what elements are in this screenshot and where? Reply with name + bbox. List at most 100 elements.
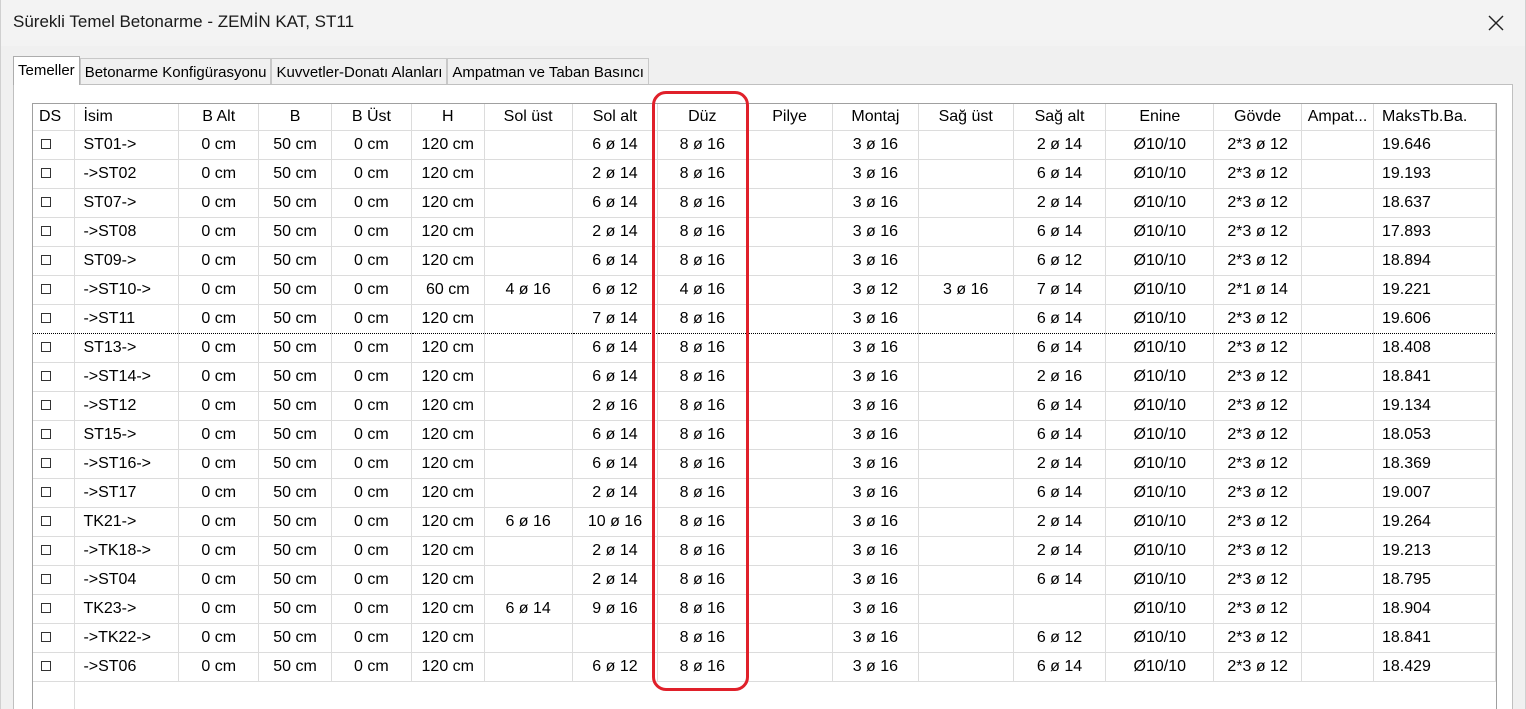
cell-h: 120 cm [411,303,485,334]
cell-ds[interactable] [33,303,76,334]
checkbox-icon[interactable] [41,573,51,584]
table-row[interactable]: ->ST10-> 0 cm 50 cm 0 cm 60 cm 4 ø 16 6 ø 12 4 … [33,275,1496,305]
table-row[interactable]: ->ST12 0 cm 50 cm 0 cm 120 cm 2 ø 16 8 ø 16 3 ø… [33,391,1496,421]
cell-b-ust: 0 cm [331,565,412,595]
table-row[interactable]: TK23-> 0 cm 50 cm 0 cm 120 cm 6 ø 14 9 ø 16 8 ø… [33,594,1496,624]
cell-sag-alt: 6 ø 14 [1013,565,1107,595]
checkbox-icon[interactable] [41,660,51,671]
cell-ds[interactable] [33,420,76,450]
checkbox-icon[interactable] [41,486,51,497]
col-header-b[interactable]: B [258,104,332,131]
cell-sol-ust [484,217,573,247]
cell-ds[interactable] [33,275,76,305]
table-row[interactable]: ->ST14-> 0 cm 50 cm 0 cm 120 cm 6 ø 14 8 ø 16 3… [33,362,1496,392]
checkbox-icon[interactable] [41,167,51,178]
tab-temeller[interactable]: Temeller [13,56,80,85]
checkbox-icon[interactable] [41,399,51,410]
table-row[interactable]: ST01-> 0 cm 50 cm 0 cm 120 cm 6 ø 14 8 ø 16 3 ø… [33,130,1496,160]
col-header-isim[interactable]: İsim [74,104,180,131]
cell-ds[interactable] [33,188,76,218]
tab-betonarme-konfigurasyonu[interactable]: Betonarme Konfigürasyonu [79,58,272,85]
checkbox-icon[interactable] [41,515,51,526]
cell-ds[interactable] [33,130,76,160]
table-row[interactable]: ->ST04 0 cm 50 cm 0 cm 120 cm 2 ø 14 8 ø 16 3 ø… [33,565,1496,595]
cell-ds[interactable] [33,159,76,189]
table-row[interactable]: ->TK18-> 0 cm 50 cm 0 cm 120 cm 2 ø 14 8 ø 16 3… [33,536,1496,566]
checkbox-icon[interactable] [41,602,51,613]
table-row[interactable]: ->TK22-> 0 cm 50 cm 0 cm 120 cm 8 ø 16 3 ø 16 6… [33,623,1496,653]
checkbox-icon[interactable] [41,370,51,381]
table-row[interactable]: ST09-> 0 cm 50 cm 0 cm 120 cm 6 ø 14 8 ø 16 3 ø… [33,246,1496,276]
col-header-enine[interactable]: Enine [1105,104,1215,131]
checkbox-icon[interactable] [41,254,51,265]
col-header-ampatman[interactable]: Ampat... [1301,104,1374,131]
cell-maks-taban-basinci: 17.893 [1373,217,1496,247]
cell-ds[interactable] [33,478,76,508]
cell-ds[interactable] [33,594,76,624]
cell-duz: 8 ø 16 [657,565,748,595]
table-row[interactable]: ->ST17 0 cm 50 cm 0 cm 120 cm 2 ø 14 8 ø 16 3 ø… [33,478,1496,508]
empty-cell [75,681,179,709]
cell-ds[interactable] [33,333,76,363]
cell-ampatman [1301,536,1374,566]
cell-ds[interactable] [33,623,76,653]
table-row[interactable]: ST15-> 0 cm 50 cm 0 cm 120 cm 6 ø 14 8 ø 16 3 ø… [33,420,1496,450]
cell-govde: 2*3 ø 12 [1213,362,1303,392]
tab-ampatman-ve-taban-basinci[interactable]: Ampatman ve Taban Basıncı [447,58,649,85]
cell-sag-ust [918,565,1014,595]
table-row[interactable]: ST13-> 0 cm 50 cm 0 cm 120 cm 6 ø 14 8 ø 16 3 ø… [33,333,1496,363]
table-row[interactable]: TK21-> 0 cm 50 cm 0 cm 120 cm 6 ø 16 10 ø 16 8 … [33,507,1496,537]
dialog-window: Sürekli Temel Betonarme - ZEMİN KAT, ST1… [0,0,1526,709]
cell-ds[interactable] [33,246,76,276]
col-header-montaj[interactable]: Montaj [832,104,919,131]
cell-sag-alt: 6 ø 12 [1013,246,1107,276]
tab-kuvvetler-donati-alanlari[interactable]: Kuvvetler-Donatı Alanları [271,58,448,85]
cell-ampatman [1301,217,1374,247]
col-header-sag-alt[interactable]: Sağ alt [1013,104,1107,131]
checkbox-icon[interactable] [41,428,51,439]
col-header-sol-alt[interactable]: Sol alt [572,104,659,131]
col-header-b-alt[interactable]: B Alt [178,104,260,131]
cell-ds[interactable] [33,652,76,682]
cell-b-ust: 0 cm [331,594,412,624]
col-header-duz[interactable]: Düz [657,104,748,131]
checkbox-icon[interactable] [41,225,51,236]
table-row[interactable]: ->ST08 0 cm 50 cm 0 cm 120 cm 2 ø 14 8 ø 16 3 ø… [33,217,1496,247]
table-row[interactable]: ->ST11 0 cm 50 cm 0 cm 120 cm 7 ø 14 8 ø 16 3 ø… [33,303,1496,334]
table-row[interactable]: ->ST06 0 cm 50 cm 0 cm 120 cm 6 ø 12 8 ø 16 3 ø… [33,652,1496,682]
cell-govde: 2*3 ø 12 [1213,507,1303,537]
cell-ds[interactable] [33,536,76,566]
cell-sol-alt: 10 ø 16 [572,507,659,537]
checkbox-icon[interactable] [41,631,51,642]
foundation-table[interactable]: DS İsim B Alt B B Üst H Sol üst Sol alt … [32,103,1497,709]
checkbox-icon[interactable] [41,138,51,149]
cell-ds[interactable] [33,507,76,537]
checkbox-icon[interactable] [41,341,51,352]
cell-ds[interactable] [33,217,76,247]
col-header-govde[interactable]: Gövde [1213,104,1303,131]
cell-ampatman [1301,362,1374,392]
col-header-h[interactable]: H [411,104,485,131]
col-header-ds[interactable]: DS [33,104,76,131]
cell-ds[interactable] [33,565,76,595]
cell-ds[interactable] [33,449,76,479]
cell-ds[interactable] [33,362,76,392]
close-button[interactable] [1481,8,1511,38]
checkbox-icon[interactable] [41,312,51,323]
table-row[interactable]: ->ST16-> 0 cm 50 cm 0 cm 120 cm 6 ø 14 8 ø 16 3… [33,449,1496,479]
checkbox-icon[interactable] [41,457,51,468]
cell-pilye [746,420,833,450]
checkbox-icon[interactable] [41,544,51,555]
checkbox-icon[interactable] [41,196,51,207]
cell-maks-taban-basinci: 19.221 [1373,275,1496,305]
col-header-maks-taban-basinci[interactable]: MaksTb.Ba. [1373,104,1496,131]
table-row[interactable]: ->ST02 0 cm 50 cm 0 cm 120 cm 2 ø 14 8 ø 16 3 ø… [33,159,1496,189]
col-header-sol-ust[interactable]: Sol üst [484,104,573,131]
cell-ds[interactable] [33,391,76,421]
col-header-sag-ust[interactable]: Sağ üst [918,104,1014,131]
col-header-pilye[interactable]: Pilye [746,104,833,131]
table-row[interactable]: ST07-> 0 cm 50 cm 0 cm 120 cm 6 ø 14 8 ø 16 3 ø… [33,188,1496,218]
col-header-b-ust[interactable]: B Üst [331,104,412,131]
cell-b-alt: 0 cm [178,623,260,653]
checkbox-icon[interactable] [41,283,51,294]
